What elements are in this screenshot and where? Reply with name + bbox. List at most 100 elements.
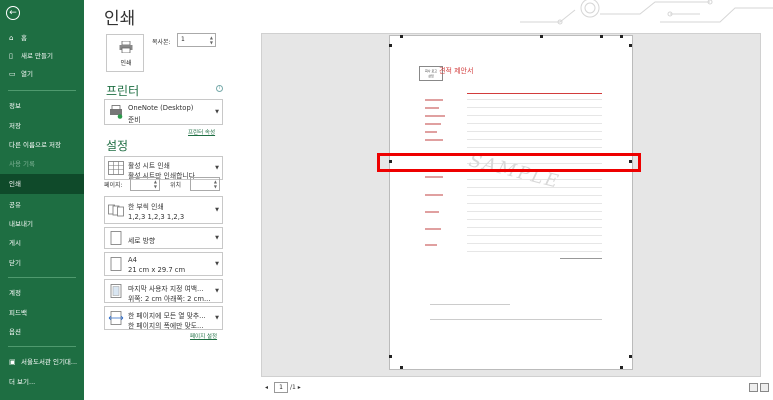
sidebar-item-open[interactable]: ▭ 열기 — [0, 64, 84, 84]
annotation-highlight-box — [377, 153, 641, 172]
preview-table-row — [467, 235, 602, 236]
show-margins-button[interactable] — [749, 383, 758, 392]
sidebar-item-library-addin[interactable]: ▣ 서울도서관 인기대... — [0, 352, 84, 372]
preview-table-header — [467, 90, 602, 94]
preview-label — [425, 139, 443, 141]
printer-properties-link[interactable]: 프린터 속성 — [188, 128, 215, 136]
preview-table-row — [467, 131, 602, 132]
margin-handle[interactable] — [620, 35, 623, 38]
sidebar-item-feedback[interactable]: 피드백 — [0, 303, 84, 323]
margin-handle[interactable] — [620, 366, 623, 369]
preview-footer-line — [430, 319, 602, 320]
preview-totals — [560, 258, 602, 298]
margin-handle[interactable] — [629, 355, 632, 358]
preview-label — [425, 228, 441, 230]
portrait-orientation-icon — [110, 231, 122, 245]
scaling-select[interactable]: 한 페이지에 모든 열 맞추... 한 페이지의 폭에만 맞도... ▼ — [104, 306, 223, 330]
sheet-icon — [108, 161, 124, 175]
paper-size-label: A4 — [128, 256, 137, 264]
paper-size-select[interactable]: A4 21 cm x 29.7 cm ▼ — [104, 252, 223, 276]
margin-handle[interactable] — [540, 35, 543, 38]
back-arrow-icon[interactable]: ← — [6, 6, 20, 20]
sidebar-item-export[interactable]: 내보내기 — [0, 214, 84, 234]
preview-table-row — [467, 219, 602, 220]
collate-select[interactable]: 한 부씩 인쇄 1,2,3 1,2,3 1,2,3 ▼ — [104, 196, 223, 224]
preview-table-row — [467, 243, 602, 244]
chevron-down-icon: ▼ — [215, 261, 219, 267]
margin-handle[interactable] — [600, 35, 603, 38]
preview-table-row — [467, 211, 602, 212]
preview-label — [425, 194, 443, 196]
preview-table-row — [467, 195, 602, 196]
sidebar-item-more[interactable]: 더 보기... — [0, 372, 84, 392]
preview-table-row — [467, 139, 602, 140]
preview-signature-line — [430, 304, 510, 305]
home-icon: ⌂ — [9, 34, 14, 42]
margins-select[interactable]: 마지막 사용자 지정 여백... 위쪽: 2 cm 아래쪽: 2 cm... ▼ — [104, 279, 223, 303]
preview-table-row — [467, 251, 602, 252]
print-button[interactable]: 인쇄 — [106, 34, 144, 72]
sidebar-item-new[interactable]: ▯ 새로 만들기 — [0, 46, 84, 66]
sidebar-item-home[interactable]: ⌂ 홈 — [0, 28, 84, 48]
preview-table-row — [467, 115, 602, 116]
margins-icon — [110, 284, 122, 298]
copies-input[interactable]: 1 ▲ ▼ — [177, 33, 216, 47]
preview-table-row — [467, 123, 602, 124]
margin-handle[interactable] — [629, 44, 632, 47]
sidebar-divider — [8, 346, 76, 347]
page-setup-link[interactable]: 페이지 설정 — [190, 332, 217, 340]
page-total[interactable]: /1 ▸ — [290, 384, 301, 391]
printer-device-icon — [110, 105, 123, 119]
pages-label: 페이지: — [104, 182, 123, 189]
sidebar-item-options[interactable]: 옵션 — [0, 322, 84, 342]
copies-label: 복사본: — [152, 39, 171, 46]
sidebar-item-info[interactable]: 정보 — [0, 96, 84, 116]
margin-handle[interactable] — [389, 44, 392, 47]
page-title: 인쇄 — [104, 9, 136, 29]
preview-table-row — [467, 107, 602, 108]
sidebar-divider — [8, 90, 76, 91]
info-icon[interactable]: i — [216, 85, 223, 92]
margin-handle[interactable] — [389, 355, 392, 358]
prev-page-button[interactable]: ◂ — [265, 384, 268, 391]
pages-from-input[interactable]: ▲ ▼ — [130, 177, 160, 191]
chevron-down-icon: ▼ — [215, 207, 219, 213]
copies-spinner[interactable]: ▲ ▼ — [210, 35, 213, 45]
preview-page: 회사 로고 삽입 견적 제안서 SAMPLE — [389, 35, 633, 370]
zoom-to-page-button[interactable] — [760, 383, 769, 392]
printer-name: OneNote (Desktop) — [128, 104, 194, 112]
printer-select[interactable]: OneNote (Desktop) 준비 ▼ — [104, 99, 223, 125]
orientation-label: 세로 방향 — [128, 237, 156, 245]
preview-table-row — [467, 203, 602, 204]
sidebar-item-save-as[interactable]: 다른 이름으로 저장 — [0, 135, 84, 155]
orientation-select[interactable]: 세로 방향 ▼ — [104, 227, 223, 249]
page-number-input[interactable]: 1 — [274, 382, 288, 393]
collate-desc: 1,2,3 1,2,3 1,2,3 — [128, 213, 185, 221]
margin-handle[interactable] — [400, 366, 403, 369]
collate-label: 한 부씩 인쇄 — [128, 203, 164, 211]
chevron-down-icon: ▼ — [215, 165, 219, 171]
sidebar-item-print[interactable]: 인쇄 — [0, 174, 84, 194]
preview-table-row — [467, 99, 602, 100]
sidebar-item-close[interactable]: 닫기 — [0, 253, 84, 273]
sidebar-item-account[interactable]: 계정 — [0, 283, 84, 303]
preview-document-title: 견적 제안서 — [439, 67, 474, 75]
preview-label — [425, 131, 437, 133]
preview-label — [425, 115, 445, 117]
margins-label: 마지막 사용자 지정 여백... — [128, 285, 204, 293]
pages-to-label: 위치 — [170, 182, 182, 189]
chevron-down-icon: ▼ — [215, 315, 219, 321]
scaling-label: 한 페이지에 모든 열 맞추... — [128, 312, 206, 320]
sidebar-item-publish[interactable]: 게시 — [0, 233, 84, 253]
preview-label — [425, 211, 439, 213]
preview-table-row — [467, 147, 602, 148]
sidebar-divider — [8, 277, 76, 278]
print-button-label: 인쇄 — [120, 60, 132, 67]
sidebar-item-save[interactable]: 저장 — [0, 116, 84, 136]
scaling-desc: 한 페이지의 폭에만 맞도... — [128, 322, 204, 330]
margin-handle[interactable] — [400, 35, 403, 38]
sidebar-item-share[interactable]: 공유 — [0, 195, 84, 215]
pages-to-input[interactable]: ▲ ▼ — [190, 177, 220, 191]
backstage-sidebar: ← ⌂ 홈 ▯ 새로 만들기 ▭ 열기 정보 저장 다른 이름으로 저장 사용 기록 … — [0, 0, 84, 400]
settings-heading: 설정 — [106, 139, 129, 153]
